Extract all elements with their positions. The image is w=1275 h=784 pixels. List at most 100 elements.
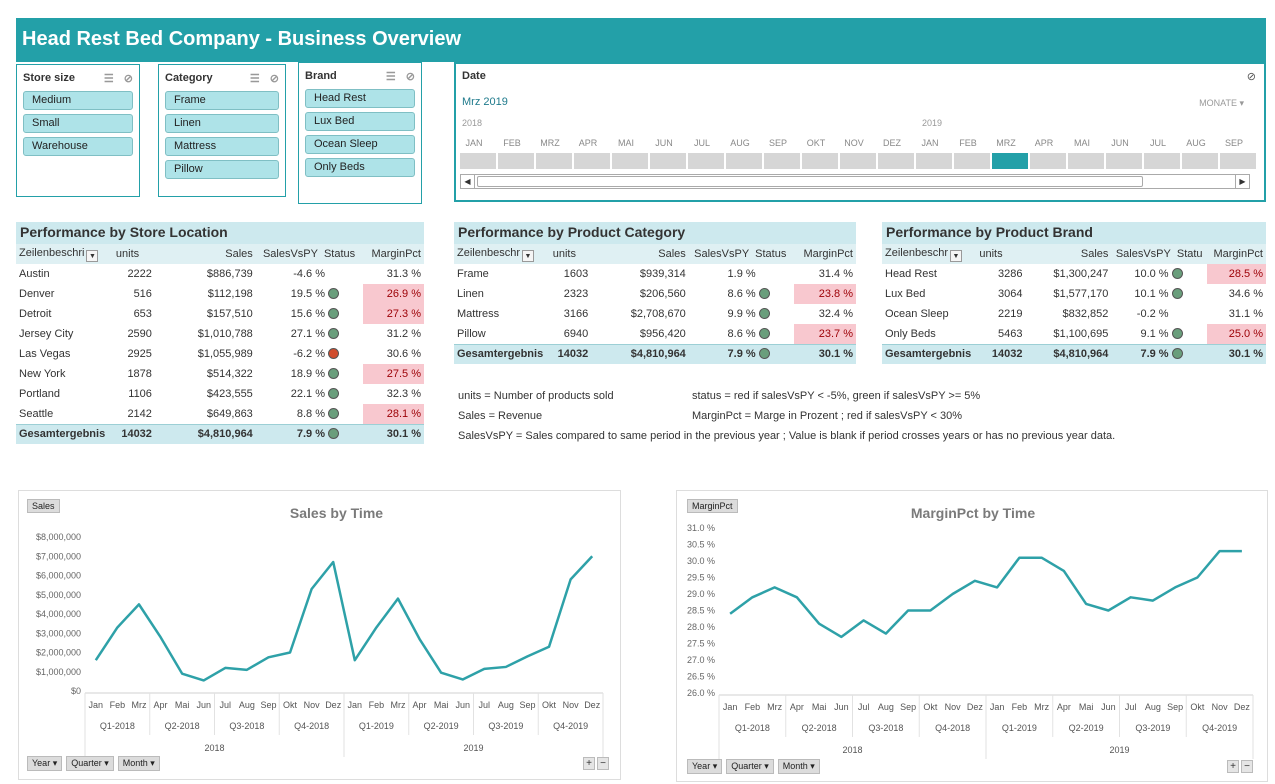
status-cell	[325, 388, 339, 400]
expand-icon[interactable]: +	[1227, 760, 1239, 773]
column-header[interactable]: Zeilenbeschri ▼	[16, 244, 113, 264]
year-filter-button[interactable]: Year ▾	[27, 756, 63, 771]
column-header[interactable]: Zeilenbeschr ▼	[454, 244, 550, 264]
x-month-label: Okt	[283, 700, 298, 710]
sales-line-chart: $0 $1,000,000 $2,000,000 $3,000,000 $4,000,0…	[36, 532, 604, 757]
quarter-filter-label: Quarter	[71, 758, 102, 768]
timeline-month-bar[interactable]	[650, 153, 686, 169]
multi-select-icon[interactable]: ☰	[386, 70, 396, 83]
series-line	[729, 549, 1242, 639]
slicer-item-medium[interactable]: Medium	[23, 91, 133, 110]
timeline-month-label: FEB	[503, 138, 521, 148]
timeline-month-bar[interactable]	[1068, 153, 1104, 169]
x-quarter-label: Q2-2019	[424, 721, 459, 731]
clear-filter-icon[interactable]: ⊘	[1247, 70, 1256, 83]
year-filter-button[interactable]: Year ▾	[687, 759, 723, 774]
clear-filter-icon[interactable]: ⊘	[124, 72, 133, 85]
cell-name: Austin	[19, 268, 50, 280]
clear-filter-icon[interactable]: ⊘	[406, 70, 415, 83]
quarter-filter-button[interactable]: Quarter ▾	[66, 756, 114, 771]
table-title: Performance by Product Category	[454, 222, 856, 244]
salesvspy-value: 7.9 %	[296, 428, 325, 441]
column-header-label: Zeilenbeschri	[19, 246, 85, 259]
quarter-filter-button[interactable]: Quarter ▾	[726, 759, 774, 774]
timeline-level-dropdown[interactable]: MONATE ▾	[1199, 98, 1244, 109]
timeline-month-bar[interactable]	[612, 153, 648, 169]
timeline-month-bar[interactable]	[802, 153, 838, 169]
expand-icon[interactable]: +	[583, 757, 595, 770]
column-header-label: units	[115, 248, 140, 260]
x-month-label: Mai	[175, 700, 190, 710]
timeline-month-bar[interactable]	[916, 153, 952, 169]
multi-select-icon[interactable]: ☰	[250, 72, 260, 85]
timeline-scrollbar[interactable]: ◀ ▶	[460, 174, 1250, 189]
margin-chart-panel[interactable]: MarginPct MarginPct by Time 26.0 % 26.5 %…	[676, 490, 1268, 782]
sales-chart-panel[interactable]: Sales Sales by Time $0 $1,000,000 $2,000,0…	[18, 490, 621, 780]
x-month-label: Mai	[434, 700, 449, 710]
month-filter-button[interactable]: Month ▾	[117, 756, 160, 771]
timeline-month-bar[interactable]	[1220, 153, 1256, 169]
column-header-label: units	[552, 248, 576, 260]
x-month-label: Apr	[413, 700, 427, 710]
column-header[interactable]: Zeilenbeschr ▼	[882, 244, 977, 264]
timeline-month-bar[interactable]	[1030, 153, 1066, 169]
timeline-month-bar[interactable]	[726, 153, 762, 169]
x-quarter-label: Q4-2018	[935, 723, 970, 733]
slicer-item-frame[interactable]: Frame	[165, 91, 279, 110]
timeline-month-bar[interactable]	[536, 153, 572, 169]
month-filter-button[interactable]: Month ▾	[777, 759, 820, 774]
collapse-icon[interactable]: −	[1241, 760, 1253, 773]
timeline-month-label: JUN	[655, 138, 673, 148]
cell-sales: $886,739	[206, 268, 253, 280]
scroll-left-icon[interactable]: ◀	[461, 175, 475, 188]
timeline-month-bar[interactable]	[688, 153, 724, 169]
cell-units: 653	[133, 308, 152, 320]
month-filter-label: Month	[782, 761, 808, 771]
clear-filter-icon[interactable]: ⊘	[270, 72, 279, 85]
slicer-item-small[interactable]: Small	[23, 114, 133, 133]
timeline-month-bar[interactable]	[764, 153, 800, 169]
slicer-item-ocean-sleep[interactable]: Ocean Sleep	[305, 135, 415, 154]
filter-dropdown-icon[interactable]: ▼	[949, 249, 962, 262]
slicer-item-warehouse[interactable]: Warehouse	[23, 137, 133, 156]
month-filter-label: Month	[122, 758, 148, 768]
cell-sales: $649,863	[206, 407, 253, 420]
cell-sales: $157,510	[206, 308, 253, 320]
slicer-item-lux-bed[interactable]: Lux Bed	[305, 112, 415, 131]
scroll-right-icon[interactable]: ▶	[1235, 175, 1249, 188]
table-row: Austin 2222 $886,739 -4.6 % 31.3 %	[16, 264, 424, 284]
timeline-month-bar[interactable]	[878, 153, 914, 169]
slicer-item-head-rest[interactable]: Head Rest	[305, 89, 415, 108]
salesvspy-value: 7.9 %	[1140, 348, 1169, 361]
timeline-month-bar[interactable]	[498, 153, 534, 169]
slicer-item-linen[interactable]: Linen	[165, 114, 279, 133]
multi-select-icon[interactable]: ☰	[104, 72, 114, 85]
status-green-icon	[328, 288, 339, 299]
timeline-month-bar[interactable]	[1182, 153, 1218, 169]
timeline-month-bar[interactable]	[1144, 153, 1180, 169]
filter-dropdown-icon[interactable]: ▼	[521, 249, 534, 262]
filter-dropdown-icon[interactable]: ▼	[86, 249, 99, 262]
slicer-item-only-beds[interactable]: Only Beds	[305, 158, 415, 177]
timeline-month-bar[interactable]	[840, 153, 876, 169]
timeline-month-bar[interactable]	[1106, 153, 1142, 169]
cell-sales: $1,100,695	[1053, 327, 1109, 340]
cell-salesvspy: 19.5 %	[256, 284, 363, 304]
slicer-item-mattress[interactable]: Mattress	[165, 137, 279, 156]
y-tick-label: $6,000,000	[36, 571, 81, 581]
timeline-month-bar[interactable]	[954, 153, 990, 169]
cell-margin: 28.1 %	[363, 404, 424, 424]
collapse-icon[interactable]: −	[597, 757, 609, 770]
slicer-item-pillow[interactable]: Pillow	[165, 160, 279, 179]
timeline-month-bar[interactable]	[574, 153, 610, 169]
scroll-thumb[interactable]	[477, 176, 1143, 187]
cell-margin: 28.5 %	[1206, 264, 1266, 284]
store-size-slicer: Store size ☰ ⊘ Medium Small Warehouse	[16, 64, 140, 197]
x-month-label: Sep	[260, 700, 276, 710]
cell-units: 14032	[549, 343, 592, 364]
cell-name: Gesamtergebnis	[16, 423, 113, 444]
table-row: New York 1878 $514,322 18.9 % 27.5 %	[16, 364, 424, 384]
column-header: MarginPct	[1206, 244, 1266, 264]
timeline-month-bar[interactable]	[992, 153, 1028, 169]
timeline-month-bar[interactable]	[460, 153, 496, 169]
